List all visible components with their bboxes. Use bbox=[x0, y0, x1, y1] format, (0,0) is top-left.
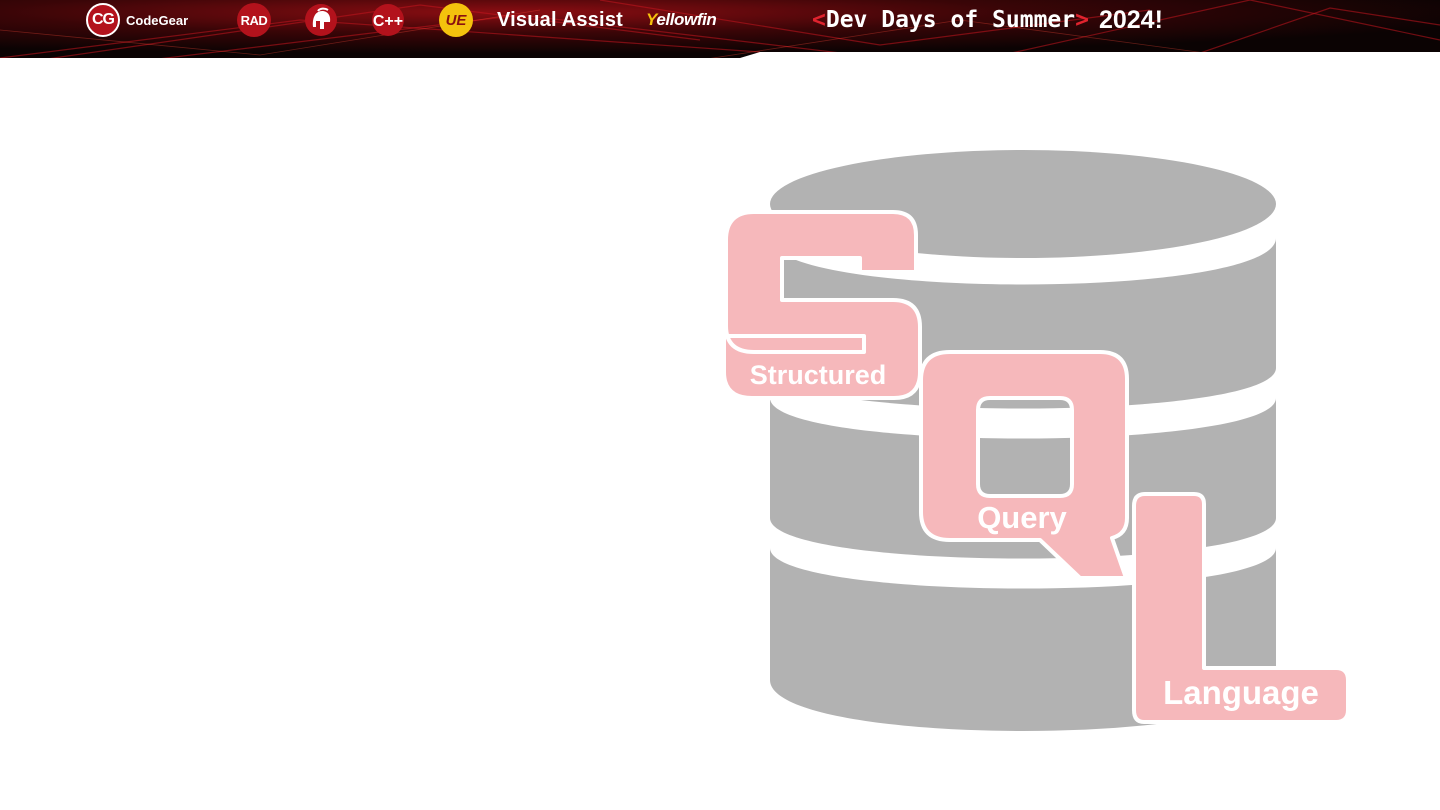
word-query: Query bbox=[977, 500, 1067, 535]
word-language: Language bbox=[1163, 674, 1319, 711]
event-close-bracket: > bbox=[1075, 7, 1089, 33]
spartan-logo[interactable] bbox=[304, 0, 338, 40]
ue-label: UE bbox=[439, 3, 473, 37]
yellowfin-rest: ellowfin bbox=[656, 10, 717, 29]
event-open-bracket: < bbox=[812, 7, 826, 33]
codegear-label: CodeGear bbox=[126, 12, 189, 28]
visual-assist-logo[interactable]: Visual Assist bbox=[497, 0, 623, 40]
cpp-label: C++ bbox=[373, 13, 403, 30]
event-year: 2024! bbox=[1098, 5, 1163, 34]
sponsor-logos: CG CodeGear RAD C++ UE Visual Assist Yel… bbox=[0, 0, 760, 44]
codegear-mark: CG bbox=[86, 3, 120, 37]
yellowfin-wordmark: Yellowfin bbox=[646, 10, 717, 30]
cpp-icon: C++ bbox=[372, 4, 404, 36]
ue-logo[interactable]: UE bbox=[439, 0, 473, 40]
event-name: Dev Days of Summer bbox=[825, 7, 1076, 33]
rad-label: RAD bbox=[237, 3, 271, 37]
yellowfin-initial: Y bbox=[646, 10, 657, 29]
cpp-logo[interactable]: C++ bbox=[371, 0, 405, 40]
rad-logo[interactable]: RAD bbox=[237, 0, 271, 40]
sql-database-illustration: Structured Query Language bbox=[700, 140, 1360, 740]
spartan-helmet-icon bbox=[305, 4, 337, 36]
codegear-logo[interactable]: CG CodeGear bbox=[86, 0, 188, 40]
word-structured: Structured bbox=[750, 360, 887, 390]
visual-assist-label: Visual Assist bbox=[497, 8, 623, 31]
event-title[interactable]: < Dev Days of Summer >2024! bbox=[812, 2, 1163, 38]
database-cylinder-icon: Structured Query Language bbox=[722, 150, 1350, 731]
yellowfin-logo[interactable]: Yellowfin bbox=[646, 0, 717, 40]
promo-banner[interactable]: CG CodeGear RAD C++ UE Visual Assist Yel… bbox=[0, 0, 1440, 60]
